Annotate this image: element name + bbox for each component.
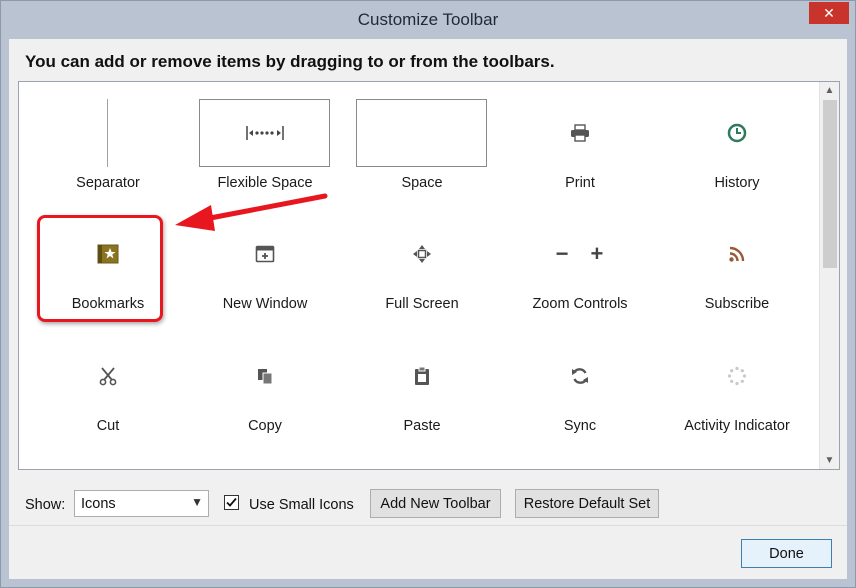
palette-item-flexible-space[interactable]: Flexible Space (186, 91, 344, 201)
palette-item-new-window[interactable]: New Window (186, 212, 344, 322)
instruction-text: You can add or remove items by dragging … (25, 52, 555, 71)
palette-item-activity-indicator[interactable]: Activity Indicator (658, 334, 816, 444)
printer-icon (514, 99, 645, 167)
scroll-thumb[interactable] (823, 100, 837, 268)
item-label: Flexible Space (217, 175, 313, 191)
add-new-toolbar-button[interactable]: Add New Toolbar (370, 489, 501, 518)
palette-item-print[interactable]: Print (501, 91, 659, 201)
window-title: Customize Toolbar (357, 10, 499, 29)
restore-default-set-button[interactable]: Restore Default Set (515, 489, 659, 518)
item-label: History (714, 175, 760, 191)
checkmark-icon (226, 497, 237, 507)
show-mode-value: Icons (81, 496, 116, 512)
show-label: Show: (25, 497, 66, 513)
separator-line (42, 99, 173, 167)
show-mode-select[interactable]: Icons ▼ (74, 490, 209, 517)
use-small-icons-checkbox[interactable] (224, 495, 239, 510)
scroll-down-icon[interactable]: ▼ (820, 452, 839, 469)
item-label: Print (565, 175, 595, 191)
item-label: Paste (403, 418, 441, 434)
new-window-icon (199, 220, 330, 288)
rss-feed-icon (671, 220, 802, 288)
toolbar-item-palette: Separator Flexible Space Space Print His… (18, 81, 840, 470)
item-label: Full Screen (385, 296, 459, 312)
chevron-down-icon: ▼ (191, 495, 203, 509)
palette-item-subscribe[interactable]: Subscribe (658, 212, 816, 322)
item-label: New Window (222, 296, 308, 312)
item-label: Sync (563, 418, 597, 434)
use-small-icons-label[interactable]: Use Small Icons (249, 497, 354, 513)
palette-item-copy[interactable]: Copy (186, 334, 344, 444)
clipboard-icon (356, 342, 487, 410)
bookmark-star-icon (42, 220, 173, 288)
options-bar: Show: Icons ▼ Use Small Icons Add New To… (9, 487, 847, 521)
item-label: Zoom Controls (532, 296, 628, 312)
item-label: Space (401, 175, 443, 191)
dialog-body: You can add or remove items by dragging … (9, 39, 847, 579)
palette-item-cut[interactable]: Cut (29, 334, 187, 444)
scroll-up-icon[interactable]: ▲ (820, 82, 839, 99)
scissors-icon (42, 342, 173, 410)
title-bar[interactable]: Customize Toolbar ✕ (1, 1, 855, 39)
customize-toolbar-dialog: Customize Toolbar ✕ You can add or remov… (0, 0, 856, 588)
palette-item-zoom-controls[interactable]: − + Zoom Controls (501, 212, 659, 322)
palette-item-history[interactable]: History (658, 91, 816, 201)
item-label: Bookmarks (71, 296, 145, 312)
palette-item-separator[interactable]: Separator (29, 91, 187, 201)
spinner-icon (671, 342, 802, 410)
palette-item-paste[interactable]: Paste (343, 334, 501, 444)
flexible-space-icon (199, 99, 330, 167)
zoom-minus-plus-icon: − + (514, 220, 645, 288)
item-grid: Separator Flexible Space Space Print His… (19, 82, 819, 469)
palette-scrollbar[interactable]: ▲ ▼ (819, 82, 839, 469)
item-label: Activity Indicator (684, 418, 790, 434)
palette-item-sync[interactable]: Sync (501, 334, 659, 444)
fullscreen-icon (356, 220, 487, 288)
item-label: Copy (248, 418, 282, 434)
item-label: Separator (76, 175, 140, 191)
footer-divider (9, 525, 847, 526)
done-button[interactable]: Done (741, 539, 832, 568)
clock-icon (671, 99, 802, 167)
item-label: Subscribe (704, 296, 770, 312)
zoom-out-icon: − (555, 241, 569, 266)
item-label: Cut (96, 418, 120, 434)
close-button[interactable]: ✕ (809, 2, 849, 24)
palette-item-bookmarks[interactable]: Bookmarks (29, 212, 187, 322)
palette-item-space[interactable]: Space (343, 91, 501, 201)
copy-icon (199, 342, 330, 410)
space-box (356, 99, 487, 167)
palette-item-full-screen[interactable]: Full Screen (343, 212, 501, 322)
zoom-in-icon: + (590, 241, 604, 266)
sync-icon (514, 342, 645, 410)
